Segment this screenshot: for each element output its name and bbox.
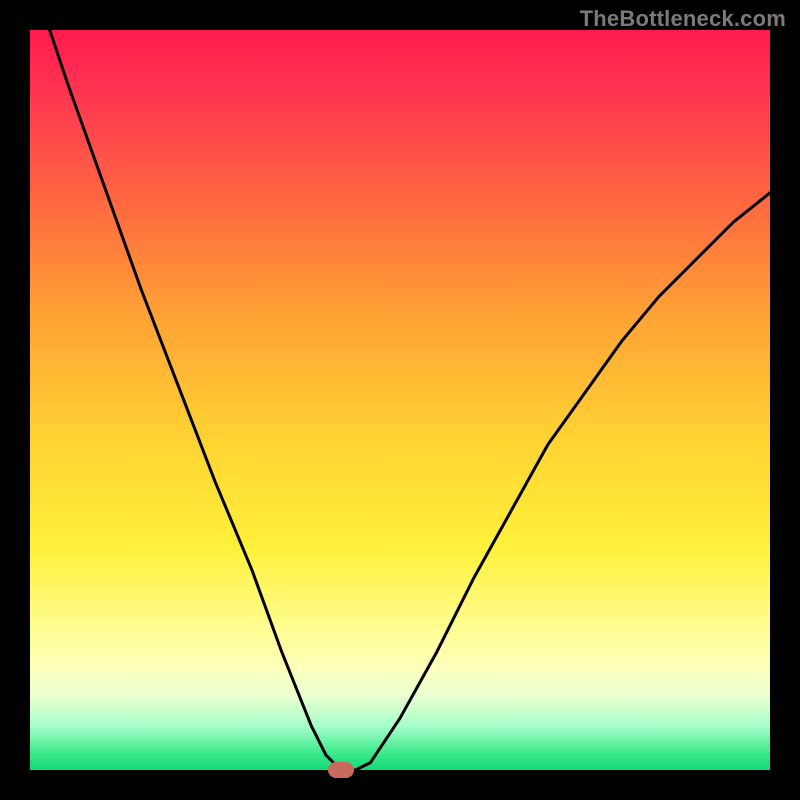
watermark-text: TheBottleneck.com <box>580 6 786 32</box>
chart-area <box>30 30 770 770</box>
optimal-marker <box>328 762 354 778</box>
chart-curve <box>30 30 770 770</box>
